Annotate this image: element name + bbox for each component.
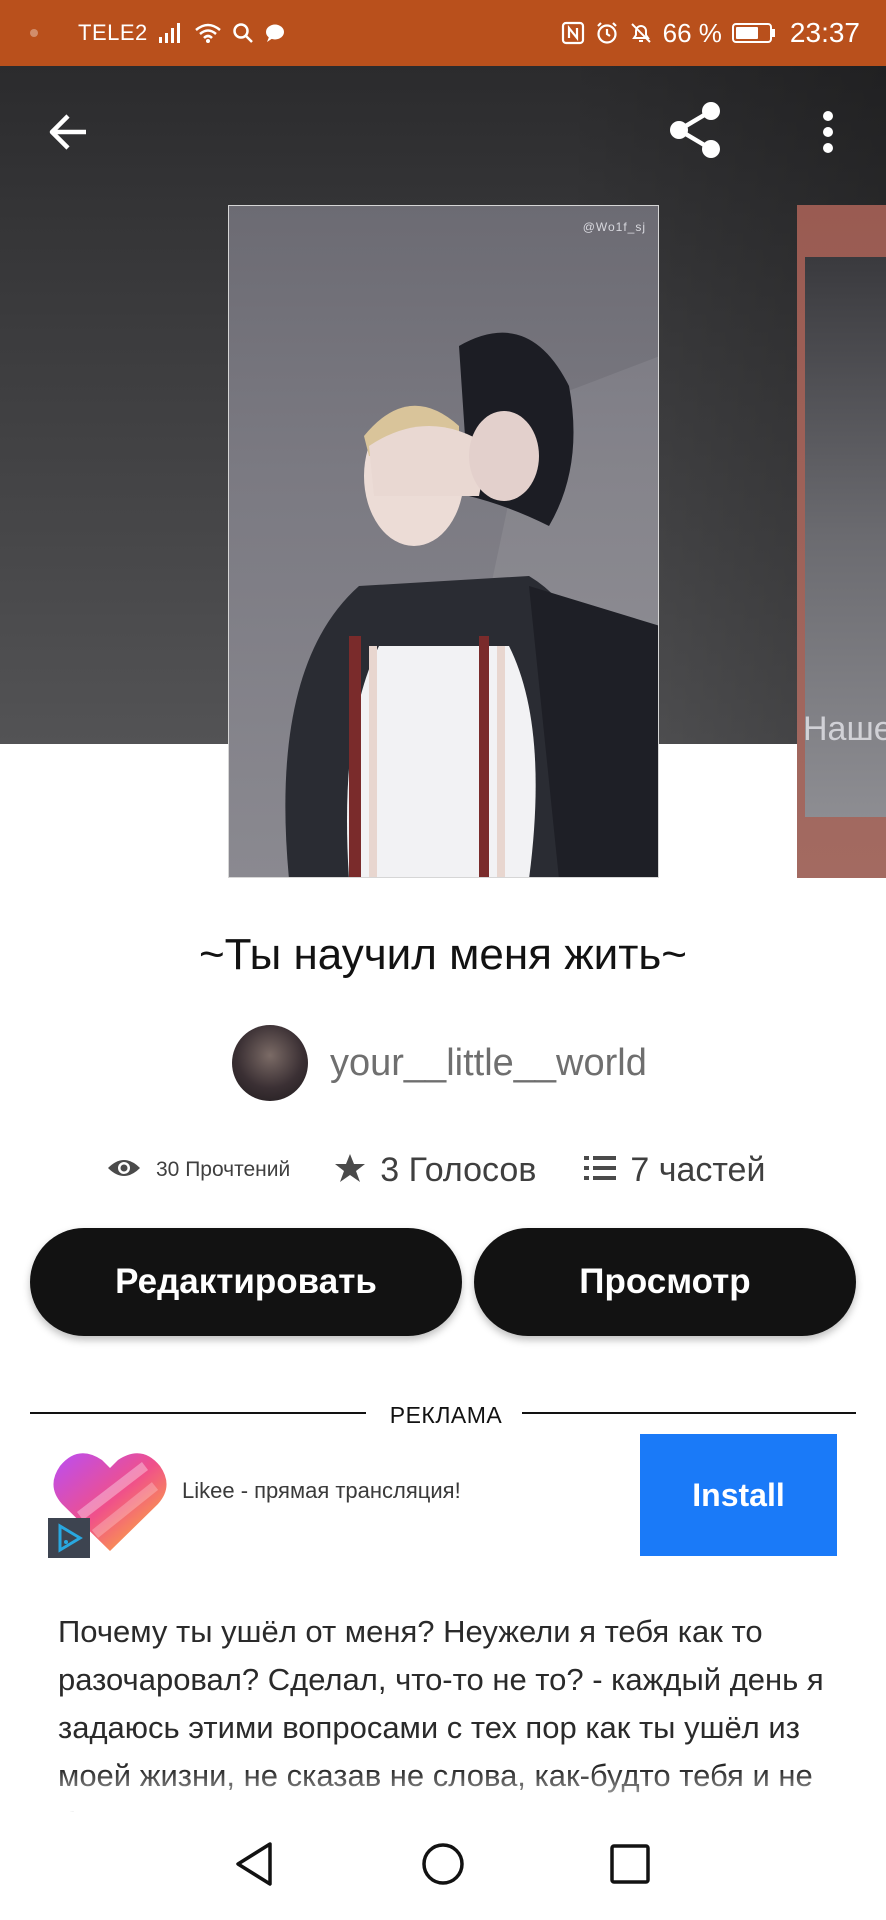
signal-icon <box>158 22 184 44</box>
alarm-icon <box>595 21 619 45</box>
more-options-button[interactable] <box>796 102 860 166</box>
message-icon <box>264 22 286 44</box>
more-vertical-icon <box>822 110 834 159</box>
votes-stat: 3 Голосов <box>334 1151 536 1190</box>
circle-home-icon <box>420 1841 466 1892</box>
story-cover[interactable]: @Wo1f_sj <box>228 205 659 878</box>
status-left: TELE2 <box>30 20 286 46</box>
notification-dot <box>30 29 38 37</box>
battery-percent: 66 % <box>662 17 722 48</box>
edit-button[interactable]: Редактировать <box>30 1228 462 1336</box>
install-button[interactable]: Install <box>640 1434 837 1556</box>
triangle-back-icon <box>232 1840 276 1893</box>
nav-back-button[interactable] <box>224 1836 284 1896</box>
wifi-icon <box>194 22 222 44</box>
parts-count[interactable]: 7 частей <box>630 1151 765 1190</box>
ad-label: РЕКЛАМА <box>389 1402 503 1428</box>
story-stats: 30 Прочтений 3 Голосов 7 частей <box>106 1140 765 1200</box>
back-button[interactable] <box>36 102 100 166</box>
story-title: ~Ты научил меня жить~ <box>198 930 688 979</box>
parts-stat[interactable]: 7 частей <box>584 1151 765 1190</box>
author-name[interactable]: your__little__world <box>330 1042 647 1085</box>
divider-line <box>522 1412 856 1414</box>
share-icon <box>665 99 727 166</box>
status-right: 66 % 23:37 <box>561 17 860 49</box>
status-bar: TELE2 66 % 23:37 <box>0 0 886 66</box>
search-icon <box>232 22 254 44</box>
reads-count: 30 Прочтений <box>156 1158 291 1181</box>
next-story-cover[interactable]: Наше <box>797 205 886 878</box>
system-nav-bar <box>0 1812 886 1920</box>
author-link[interactable]: your__little__world <box>232 1025 647 1101</box>
arrow-left-icon <box>46 112 90 157</box>
nav-recents-button[interactable] <box>600 1836 660 1896</box>
adchoices-icon[interactable] <box>48 1518 90 1558</box>
ad-divider: РЕКЛАМА <box>30 1402 856 1432</box>
nfc-icon <box>561 21 585 45</box>
mute-bell-icon <box>629 21 653 45</box>
nav-home-button[interactable] <box>413 1836 473 1896</box>
author-avatar[interactable] <box>232 1025 308 1101</box>
square-recents-icon <box>609 1843 651 1890</box>
star-icon <box>334 1152 366 1189</box>
votes-count: 3 Голосов <box>380 1150 537 1189</box>
ad-app-name[interactable]: Likee - прямая трансляция! <box>182 1478 461 1504</box>
list-icon <box>584 1154 617 1187</box>
cover-illustration <box>285 332 658 877</box>
divider-line <box>30 1412 366 1414</box>
share-button[interactable] <box>664 100 728 164</box>
eye-icon <box>106 1156 142 1185</box>
clock: 23:37 <box>789 17 860 48</box>
carrier-name: TELE2 <box>78 20 148 45</box>
battery-icon <box>731 21 776 45</box>
next-cover-text: Наше <box>803 710 886 748</box>
preview-button[interactable]: Просмотр <box>474 1228 856 1336</box>
reads-stat: 30 Прочтений <box>106 1156 290 1185</box>
